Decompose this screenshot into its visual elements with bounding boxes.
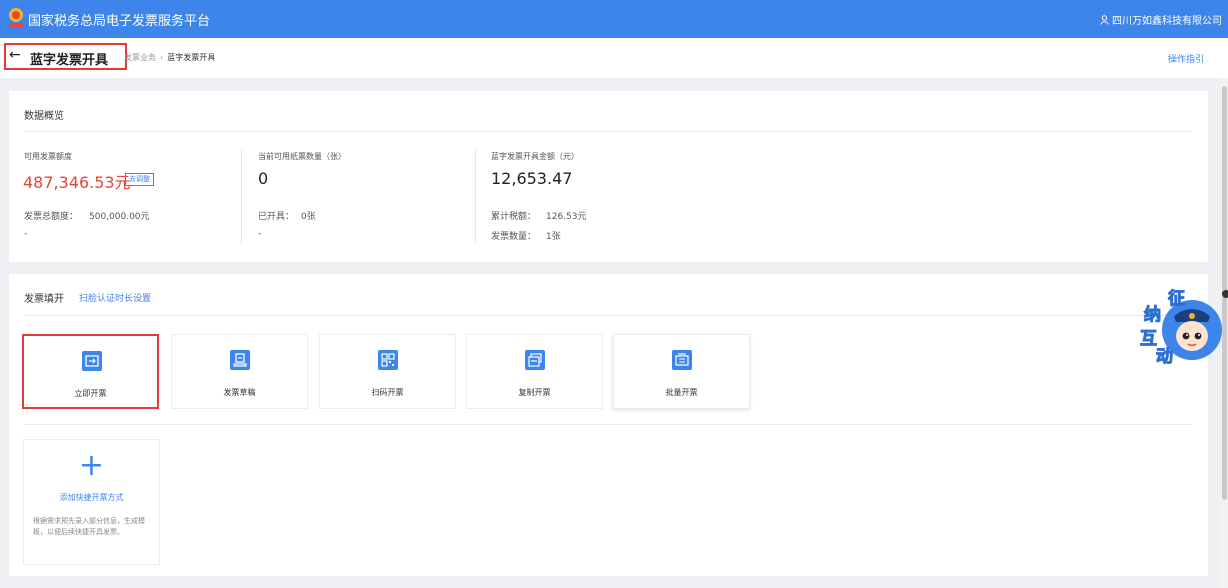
invoice-fill-card: 发票填开 扫脸认证时长设置 立即开票 发票草稿 扫码开票 复制开票 批量开票 +… xyxy=(9,274,1208,576)
app-title: 国家税务总局电子发票服务平台 xyxy=(28,14,211,29)
overview-title: 数据概览 xyxy=(24,111,64,122)
issue-now-icon xyxy=(82,351,102,371)
tile-issue-now[interactable]: 立即开票 xyxy=(22,334,159,409)
invoice-count-value: 1张 xyxy=(546,232,561,242)
qrcode-icon xyxy=(378,350,398,370)
tile-label: 扫码开票 xyxy=(371,388,404,397)
mascot-char: 互 xyxy=(1140,329,1158,350)
tile-invoice-draft[interactable]: 发票草稿 xyxy=(171,334,308,409)
invoice-count-label: 发票数量： xyxy=(491,232,537,242)
tile-label: 复制开票 xyxy=(518,388,551,397)
batch-invoice-icon xyxy=(672,350,692,370)
tile-scan-code[interactable]: 扫码开票 xyxy=(319,334,456,409)
add-shortcut-card[interactable]: + 添加快捷开票方式 根据需求预先录入部分信息，生成模板，以便后续快捷开具发票。 xyxy=(23,439,160,565)
col2-dash: - xyxy=(258,229,262,239)
column-divider xyxy=(475,149,476,244)
breadcrumb: 发票业务 › 蓝字发票开具 xyxy=(124,52,215,63)
tax-interaction-mascot[interactable]: 征 纳 互 动 xyxy=(1136,286,1224,368)
divider xyxy=(24,424,1192,425)
face-auth-duration-link[interactable]: 扫脸认证时长设置 xyxy=(79,291,151,304)
add-shortcut-title: 添加快捷开票方式 xyxy=(59,493,124,502)
issued-label: 已开具： xyxy=(258,212,295,222)
issued-value: 0张 xyxy=(301,212,316,222)
breadcrumb-item-invoice-business[interactable]: 发票业务 xyxy=(124,53,156,62)
tile-label: 批量开票 xyxy=(665,388,698,397)
add-shortcut-description: 根据需求预先录入部分信息，生成模板，以便后续快捷开具发票。 xyxy=(33,517,145,536)
fill-section-title: 发票填开 xyxy=(24,294,64,305)
divider xyxy=(24,131,1192,132)
mascot-char: 纳 xyxy=(1144,305,1162,326)
blue-invoice-amount-label: 蓝字发票开具金额（元） xyxy=(491,152,579,161)
draft-icon xyxy=(230,350,250,370)
user-menu[interactable]: 四川万如鑫科技有限公司 xyxy=(1100,12,1222,27)
total-quota-value: 500,000.00元 xyxy=(89,212,150,222)
blue-invoice-amount-value: 12,653.47 xyxy=(491,169,573,188)
plus-icon: + xyxy=(78,448,105,483)
paper-invoice-count-value: 0 xyxy=(258,169,269,188)
cumulative-tax-label: 累计税额： xyxy=(491,212,537,222)
mascot-char: 征 xyxy=(1168,289,1186,310)
page-title: 蓝字发票开具 xyxy=(30,53,109,68)
tile-label: 立即开票 xyxy=(74,389,107,398)
paper-invoice-count-label: 当前可用纸票数量（张） xyxy=(258,152,346,161)
mascot-char: 动 xyxy=(1156,347,1174,368)
page-header: ← 蓝字发票开具 发票业务 › 蓝字发票开具 操作指引 xyxy=(0,38,1228,78)
edge-handle[interactable] xyxy=(1222,290,1228,298)
divider xyxy=(24,315,1192,316)
available-quota-label: 可用发票额度 xyxy=(24,152,72,161)
tile-batch-invoice[interactable]: 批量开票 xyxy=(613,334,750,409)
user-icon xyxy=(1100,14,1109,25)
available-quota-value: 487,346.53元 xyxy=(23,173,131,192)
tile-label: 发票草稿 xyxy=(223,388,256,397)
cumulative-tax-value: 126.53元 xyxy=(546,212,587,222)
operation-guide-link[interactable]: 操作指引 xyxy=(1168,52,1204,65)
back-arrow-icon[interactable]: ← xyxy=(9,47,21,63)
company-name: 四川万如鑫科技有限公司 xyxy=(1112,16,1222,27)
breadcrumb-separator: › xyxy=(160,53,164,62)
column-divider xyxy=(241,149,242,244)
total-quota-label: 发票总额度： xyxy=(24,212,79,222)
tax-emblem-logo xyxy=(6,6,26,30)
top-bar: 国家税务总局电子发票服务平台 四川万如鑫科技有限公司 xyxy=(0,0,1228,38)
data-overview-card: 数据概览 可用发票额度 487,346.53元 去调整 发票总额度： 500,0… xyxy=(9,91,1208,262)
copy-invoice-icon xyxy=(525,350,545,370)
col1-dash: - xyxy=(24,229,28,239)
tile-copy-invoice[interactable]: 复制开票 xyxy=(466,334,603,409)
breadcrumb-item-current: 蓝字发票开具 xyxy=(167,53,216,62)
adjust-quota-button[interactable]: 去调整 xyxy=(125,173,154,186)
